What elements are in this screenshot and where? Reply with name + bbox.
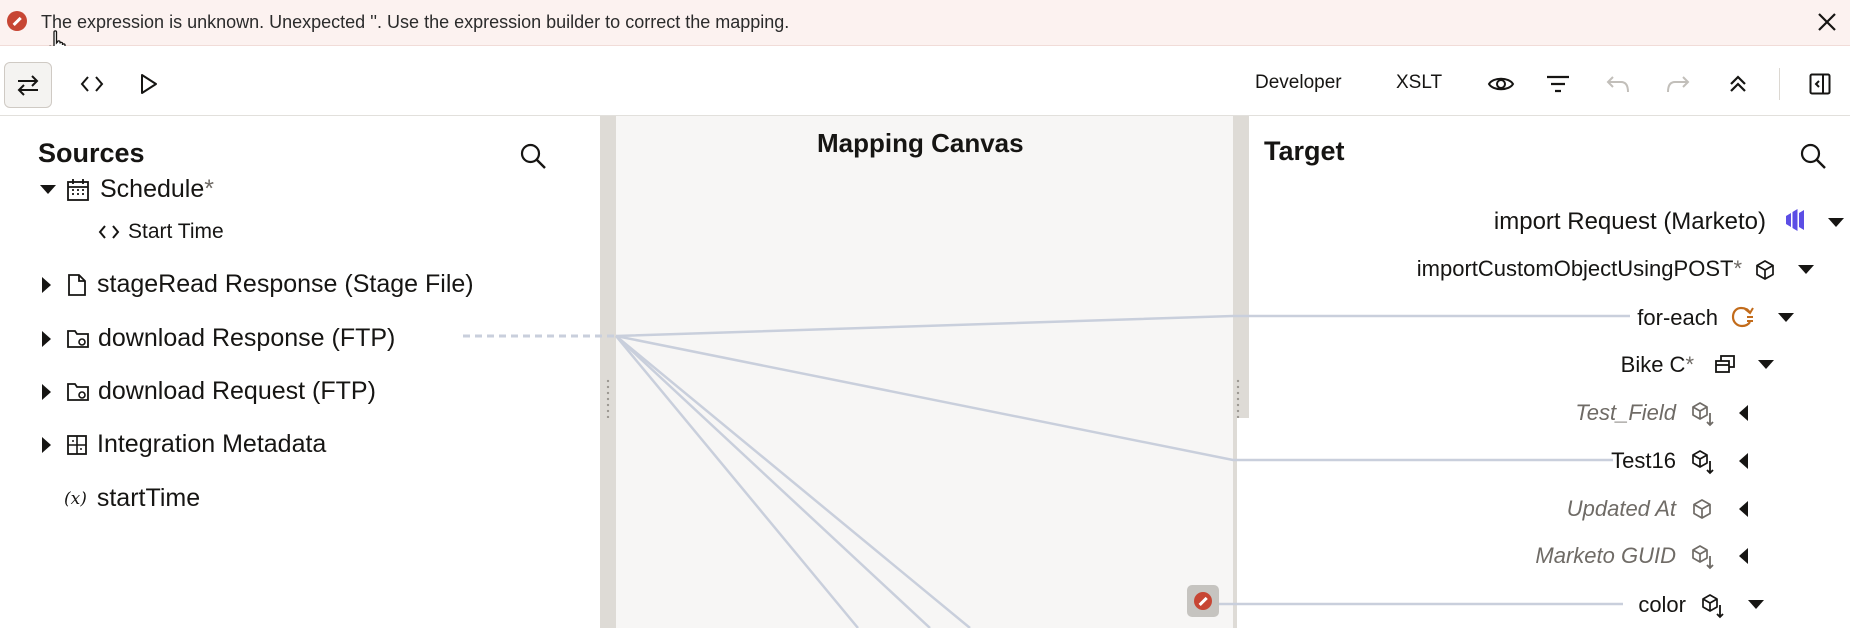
target-item-for-each[interactable]: for-each — [1600, 302, 1800, 334]
collapse-arrow-icon[interactable] — [1828, 218, 1844, 227]
target-label: for-each — [1637, 305, 1718, 330]
cube-download-icon — [1692, 545, 1714, 570]
cube-download-icon — [1692, 402, 1714, 427]
cube-icon — [1693, 499, 1711, 519]
target-item-importcustomobject[interactable]: importCustomObjectUsingPOST* — [1380, 254, 1820, 286]
target-label: Test_Field — [1575, 400, 1676, 425]
collapse-arrow-icon[interactable] — [1778, 313, 1794, 322]
loop-icon — [1731, 306, 1754, 328]
required-marker: * — [1685, 352, 1694, 377]
collapse-arrow-icon[interactable] — [1748, 600, 1764, 609]
target-label: Marketo GUID — [1535, 543, 1676, 568]
mapping-line-for-each — [615, 314, 1630, 338]
target-label: Bike C* — [1620, 352, 1694, 377]
mapping-error-badge[interactable] — [1187, 585, 1219, 617]
mapping-line-3 — [615, 335, 971, 628]
expand-arrow-icon[interactable] — [1739, 453, 1748, 469]
target-item-color[interactable]: color — [1600, 589, 1780, 621]
mapping-line-1 — [615, 335, 859, 628]
mapping-line-2 — [615, 335, 931, 628]
target-label: import Request (Marketo) — [1493, 208, 1766, 235]
target-label: importCustomObjectUsingPOST* — [1416, 256, 1742, 281]
expand-arrow-icon[interactable] — [1739, 501, 1748, 517]
target-label: Test16 — [1611, 448, 1676, 473]
cube-download-icon — [1702, 594, 1724, 619]
expand-arrow-icon[interactable] — [1739, 405, 1748, 421]
required-marker: * — [1733, 256, 1742, 281]
collapse-arrow-icon[interactable] — [1758, 360, 1774, 369]
cube-icon — [1756, 260, 1774, 280]
target-item-bike-c[interactable]: Bike C* — [1600, 349, 1780, 381]
marketo-icon — [1786, 209, 1804, 231]
target-item-test-field[interactable]: Test_Field — [1560, 397, 1760, 429]
mapping-line-test16 — [615, 334, 1613, 462]
target-label: Updated At — [1566, 496, 1676, 521]
cube-download-icon — [1692, 450, 1714, 475]
target-item-updated-at[interactable]: Updated At — [1540, 493, 1760, 525]
target-item-import-request[interactable]: import Request (Marketo) — [1460, 205, 1850, 239]
target-item-test16[interactable]: Test16 — [1560, 445, 1760, 477]
target-item-marketo-guid[interactable]: Marketo GUID — [1520, 540, 1760, 572]
copy-icon — [1715, 355, 1735, 373]
collapse-arrow-icon[interactable] — [1798, 265, 1814, 274]
mapping-lines — [463, 314, 1630, 628]
expand-arrow-icon[interactable] — [1739, 548, 1748, 564]
target-label: color — [1638, 592, 1686, 617]
